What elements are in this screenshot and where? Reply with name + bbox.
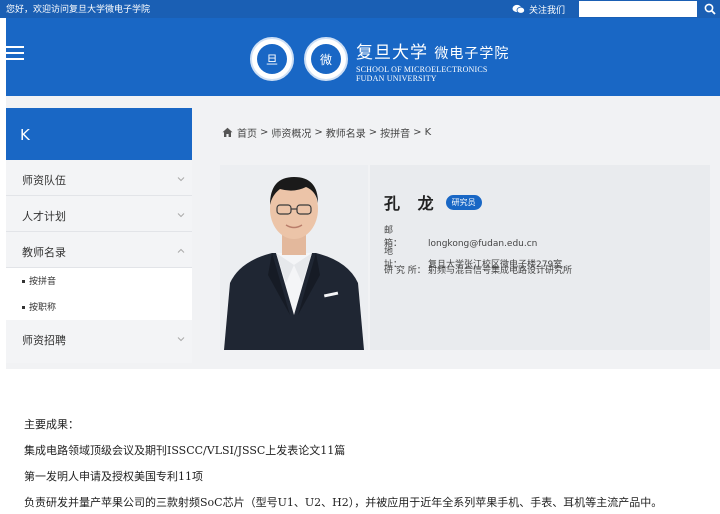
achievement-item: 负责研发并量产苹果公司的三款射频SoC芯片（型号U1、U2、H2），并被应用于近… [24, 496, 663, 509]
search-input[interactable] [579, 1, 697, 17]
search-button[interactable] [701, 1, 718, 17]
breadcrumb: 首页 > 师资概况 > 教师名录 > 按拼音 > K [222, 125, 431, 140]
site-brand[interactable]: 复旦大学 微电子学院 SCHOOL OF MICROELECTRONICS FU… [356, 38, 509, 83]
sidebar-item-recruitment[interactable]: 师资招聘 [6, 320, 192, 356]
achievements-heading: 主要成果： [24, 418, 79, 431]
sidebar: K 师资队伍 人才计划 教师名录 按拼音 按职称 师资招聘 [6, 108, 192, 363]
breadcrumb-separator: > [314, 127, 323, 138]
faculty-name: 孔 龙 [384, 194, 440, 213]
sidebar-item-label: 师资招聘 [22, 334, 66, 347]
brand-en-university: FUDAN UNIVERSITY [356, 74, 437, 83]
breadcrumb-faculty-directory[interactable]: 教师名录 [326, 125, 366, 140]
sidebar-item-faculty-directory[interactable]: 教师名录 [6, 232, 192, 268]
chevron-down-icon [177, 213, 185, 218]
search-icon [704, 3, 716, 15]
breadcrumb-separator: > [260, 127, 269, 138]
breadcrumb-separator: > [413, 127, 422, 138]
sidebar-item-label: 师资队伍 [22, 174, 66, 187]
chevron-up-icon [177, 248, 185, 253]
achievement-item: 集成电路领域顶级会议及期刊ISSCC/VLSI/JSSC上发表论文11篇 [24, 444, 346, 457]
title-badge: 研究员 [445, 194, 482, 210]
sidebar-item-label: 教师名录 [22, 246, 66, 259]
wechat-icon [512, 4, 525, 14]
chevron-down-icon [177, 337, 185, 342]
brand-school: 微电子学院 [434, 46, 510, 62]
sidebar-subitem-by-pinyin[interactable]: 按拼音 [6, 268, 192, 294]
breadcrumb-home[interactable]: 首页 [237, 125, 257, 140]
sidebar-item-label: 人才计划 [22, 210, 66, 223]
sidebar-subitem-label: 按拼音 [29, 277, 57, 287]
brand-en-school: SCHOOL OF MICROELECTRONICS [356, 65, 488, 74]
breadcrumb-separator: > [368, 127, 378, 138]
breadcrumb-current: K [424, 127, 432, 138]
sidebar-subitem-by-title[interactable]: 按职称 [6, 294, 192, 320]
school-emblem-logo: 微 [304, 37, 348, 81]
sidebar-title: K [6, 108, 192, 160]
fudan-emblem-logo: 旦 [250, 37, 294, 81]
top-bar: 您好，欢迎访问复旦大学微电子学院 关注我们 [0, 0, 720, 18]
sidebar-item-talent-program[interactable]: 人才计划 [6, 196, 192, 232]
institute-row: 研 究 所： 射频与混合信号集成电路设计研究所 [384, 263, 572, 276]
breadcrumb-by-pinyin[interactable]: 按拼音 [380, 125, 410, 140]
bullet-icon [22, 280, 25, 283]
portrait-image [220, 165, 368, 350]
institute-value: 射频与混合信号集成电路设计研究所 [428, 266, 573, 276]
breadcrumb-faculty-overview[interactable]: 师资概况 [271, 125, 311, 140]
site-header: 旦 微 复旦大学 微电子学院 SCHOOL OF MICROELECTRONIC… [6, 18, 720, 96]
follow-us-link[interactable]: 关注我们 [512, 1, 565, 17]
profile-card: 孔 龙 研究员 邮 箱： longkong@fudan.edu.cn 地 址： 复旦… [370, 165, 710, 350]
faculty-portrait [220, 165, 368, 350]
bullet-icon [22, 306, 25, 309]
sidebar-subitem-label: 按职称 [29, 303, 57, 313]
welcome-text: 您好，欢迎访问复旦大学微电子学院 [6, 5, 151, 15]
brand-university: 复旦大学 [356, 43, 428, 63]
institute-label: 研 究 所： [384, 266, 426, 276]
menu-icon[interactable] [6, 46, 24, 60]
sidebar-item-faculty-team[interactable]: 师资队伍 [6, 160, 192, 196]
chevron-down-icon [177, 177, 185, 182]
achievements-section: 主要成果： 集成电路领域顶级会议及期刊ISSCC/VLSI/JSSC上发表论文1… [24, 416, 714, 514]
home-icon [222, 127, 233, 137]
achievement-item: 第一发明人申请及授权美国专利11项 [24, 470, 203, 483]
follow-us-label: 关注我们 [529, 5, 566, 16]
